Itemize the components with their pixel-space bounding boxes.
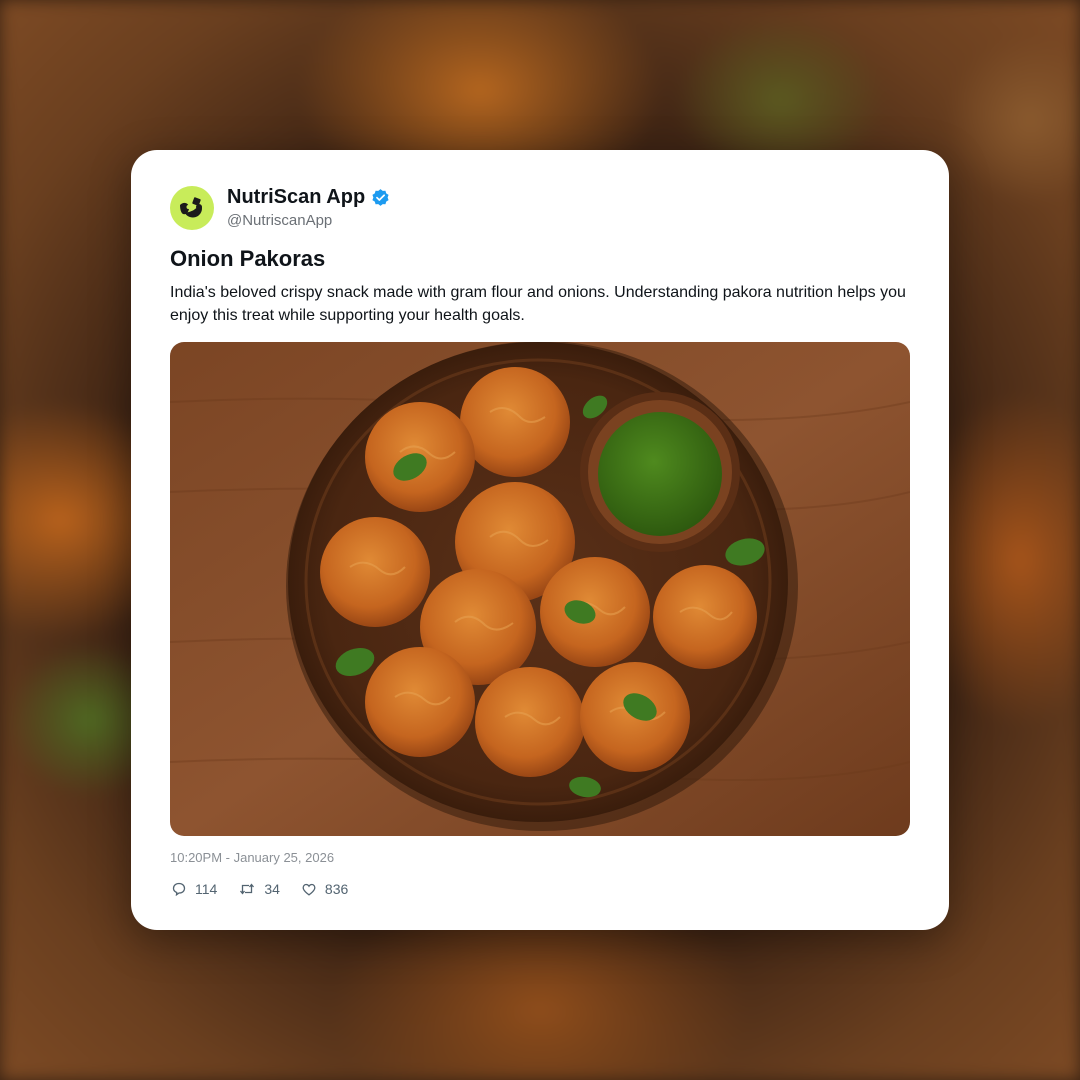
post-header: NutriScan App @NutriscanApp xyxy=(170,185,390,231)
photo-illustration xyxy=(170,342,910,836)
post-body: India's beloved crispy snack made with g… xyxy=(170,284,906,324)
reply-count: 114 xyxy=(195,881,218,897)
post-card: NutriScan App @NutriscanApp Onion Pakora… xyxy=(131,150,949,930)
reply-button[interactable]: 114 xyxy=(172,881,217,897)
like-count: 836 xyxy=(324,881,349,897)
display-name[interactable]: NutriScan App xyxy=(227,185,365,209)
post-title: Onion Pakoras xyxy=(170,246,326,271)
like-button[interactable]: 836 xyxy=(302,881,348,897)
heart-icon xyxy=(302,883,316,896)
verified-badge-icon xyxy=(371,188,390,207)
post-actions: 114 34 836 xyxy=(172,881,370,897)
display-name-row: NutriScan App xyxy=(227,185,390,209)
reply-icon xyxy=(172,882,186,896)
page: NutriScan App @NutriscanApp Onion Pakora… xyxy=(0,0,1080,1080)
repost-button[interactable]: 34 xyxy=(239,881,280,897)
author-names: NutriScan App @NutriscanApp xyxy=(227,185,390,231)
repost-icon xyxy=(240,883,255,895)
avatar[interactable] xyxy=(170,186,214,230)
nutriscan-logo-icon xyxy=(180,197,202,218)
repost-count: 34 xyxy=(264,881,280,897)
onion-pakoras-photo[interactable] xyxy=(170,342,910,836)
post-timestamp[interactable]: 10:20PM - January 25, 2026 xyxy=(170,850,334,865)
author-handle[interactable]: @NutriscanApp xyxy=(227,211,390,231)
